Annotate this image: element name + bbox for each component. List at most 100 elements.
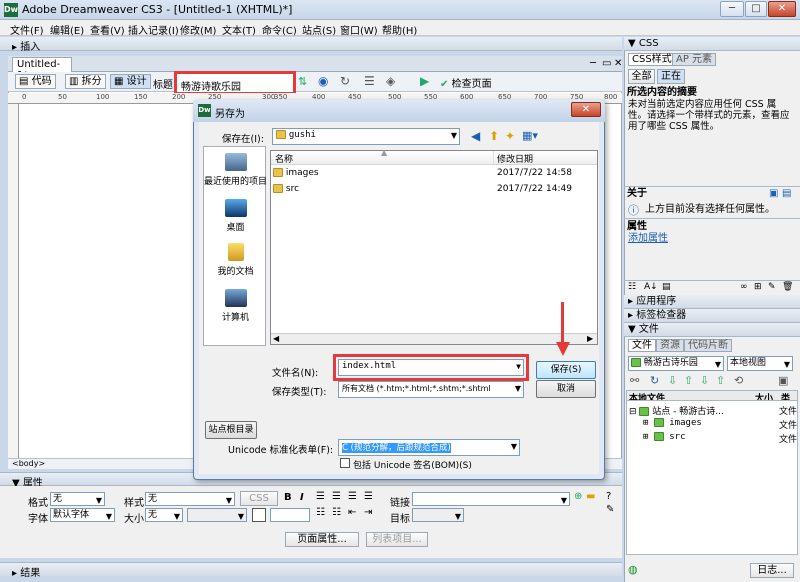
- unordered-list-icon[interactable]: ☷: [316, 507, 325, 518]
- tab-files[interactable]: 文件: [628, 339, 656, 352]
- get-files-icon[interactable]: ⇩: [668, 374, 677, 387]
- table-row[interactable]: images 2017/7/22 14:58: [273, 168, 593, 182]
- style-select[interactable]: 无 ▼: [145, 492, 235, 506]
- results-header[interactable]: ▸ 结果: [0, 562, 622, 579]
- menu-site[interactable]: 站点(S): [302, 22, 336, 37]
- italic-button[interactable]: I: [300, 492, 304, 503]
- site-select[interactable]: 畅游古诗乐园 ▼: [628, 356, 724, 371]
- file-management-icon[interactable]: ⇅: [298, 75, 307, 88]
- place-desktop[interactable]: 桌面: [204, 199, 267, 233]
- show-property-info-icon[interactable]: ▣: [769, 188, 778, 199]
- code-view-button[interactable]: ▤ 代码: [15, 74, 56, 89]
- browse-folder-icon[interactable]: ▬: [586, 491, 595, 502]
- tab-untitled-1[interactable]: Untitled-1*: [12, 57, 72, 81]
- new-folder-icon[interactable]: ✦: [505, 129, 515, 143]
- list-item[interactable]: ⊞ images 文件: [643, 418, 797, 431]
- menu-modify[interactable]: 修改(M): [180, 22, 216, 37]
- refresh-icon[interactable]: ↻: [340, 74, 350, 88]
- filetype-select[interactable]: 所有文档 (*.htm;*.html;*.shtm;*.shtml ▼: [338, 381, 524, 398]
- text-color-picker[interactable]: [252, 508, 266, 522]
- place-documents[interactable]: 我的文档: [204, 243, 267, 277]
- connect-icon[interactable]: ⚯: [630, 374, 639, 387]
- bold-button[interactable]: B: [284, 492, 292, 503]
- doc-close-icon[interactable]: ✕: [614, 58, 622, 69]
- attach-stylesheet-icon[interactable]: ∞: [740, 282, 748, 292]
- align-justify-icon[interactable]: ☰: [364, 491, 373, 502]
- insert-bar[interactable]: ▸ 插入: [0, 37, 622, 53]
- text-color-input[interactable]: [270, 508, 310, 522]
- validate-markup-icon[interactable]: ▶: [420, 74, 429, 88]
- back-icon[interactable]: ◀: [471, 129, 480, 143]
- current-mode-button[interactable]: 正在: [657, 69, 685, 84]
- menu-insert[interactable]: 插入记录(I): [128, 22, 179, 37]
- place-recent[interactable]: 最近使用的项目: [204, 153, 267, 187]
- view-options-icon[interactable]: ☰: [364, 74, 375, 88]
- list-item-button[interactable]: 列表项目...: [366, 532, 428, 547]
- put-files-icon[interactable]: ⇧: [684, 374, 693, 387]
- up-folder-icon[interactable]: ⬆: [489, 129, 499, 143]
- tag-inspector-header[interactable]: ▸ 标签检查器: [624, 309, 800, 323]
- checkin-icon[interactable]: ⇧: [716, 374, 725, 387]
- align-center-icon[interactable]: ☰: [332, 491, 341, 502]
- menu-help[interactable]: 帮助(H): [382, 22, 417, 37]
- css-button[interactable]: CSS: [240, 491, 278, 506]
- refresh-icon[interactable]: ↻: [650, 374, 659, 387]
- check-page-button[interactable]: ✔ 检查页面: [440, 75, 492, 90]
- checkout-icon[interactable]: ⇩: [700, 374, 709, 387]
- add-attribute-link[interactable]: 添加属性: [628, 233, 668, 244]
- menu-text[interactable]: 文本(T): [222, 22, 256, 37]
- help-icon[interactable]: ?: [606, 491, 611, 502]
- cancel-button[interactable]: 取消: [536, 380, 596, 398]
- place-computer[interactable]: 计算机: [204, 289, 267, 323]
- size-select[interactable]: 无 ▼: [145, 508, 183, 522]
- maximize-button[interactable]: □: [745, 1, 767, 17]
- edit-style-icon[interactable]: ✎: [768, 282, 776, 292]
- tab-snippets[interactable]: 代码片断: [684, 339, 732, 352]
- doc-restore-icon[interactable]: ▭: [602, 58, 611, 69]
- all-mode-button[interactable]: 全部: [628, 69, 655, 84]
- indent-icon[interactable]: ⇥: [364, 507, 372, 518]
- menu-edit[interactable]: 编辑(E): [50, 22, 84, 37]
- dialog-close-button[interactable]: ✕: [571, 102, 601, 117]
- format-select[interactable]: 无 ▼: [50, 492, 105, 506]
- link-input[interactable]: ▼: [412, 492, 570, 506]
- ordered-list-icon[interactable]: ☷: [332, 507, 341, 518]
- col-name[interactable]: 名称: [275, 152, 293, 165]
- tab-assets[interactable]: 资源: [656, 339, 684, 352]
- tab-ap-elements[interactable]: AP 元素: [672, 53, 717, 66]
- view-select[interactable]: 本地视图 ▼: [727, 356, 793, 371]
- synchronize-icon[interactable]: ⟲: [734, 374, 743, 387]
- edit-icon[interactable]: ✎: [606, 504, 614, 515]
- scroll-left-icon[interactable]: ◀: [273, 334, 279, 343]
- view-menu-icon[interactable]: ▦▾: [522, 129, 538, 142]
- menu-window[interactable]: 窗口(W): [340, 22, 378, 37]
- new-css-rule-icon[interactable]: ⊞: [754, 282, 762, 292]
- bom-checkbox[interactable]: [340, 458, 350, 468]
- list-item[interactable]: ⊟ 站点 - 畅游古诗... 文件: [629, 404, 797, 417]
- alpha-view-icon[interactable]: A↓: [644, 282, 658, 292]
- save-button[interactable]: 保存(S): [536, 361, 596, 379]
- scroll-right-icon[interactable]: ▶: [587, 334, 593, 343]
- list-item[interactable]: ⊞ src 文件: [643, 432, 797, 445]
- unicode-form-select[interactable]: C (规范分解，后跟规范合成) ▼: [338, 439, 520, 456]
- delete-icon[interactable]: 🗑: [782, 282, 793, 292]
- expand-icon[interactable]: ▣: [778, 374, 788, 387]
- menu-command[interactable]: 命令(C): [262, 22, 297, 37]
- save-in-select[interactable]: gushi ▼: [272, 128, 460, 145]
- point-to-file-icon[interactable]: ⊕: [574, 491, 582, 502]
- category-view-icon[interactable]: ☷: [628, 282, 636, 292]
- align-right-icon[interactable]: ☰: [348, 491, 357, 502]
- design-view-button[interactable]: ▦ 设计: [110, 74, 151, 89]
- align-left-icon[interactable]: ☰: [316, 491, 325, 502]
- files-panel-header[interactable]: ▼ 文件: [624, 323, 800, 337]
- split-view-button[interactable]: ▥ 拆分: [65, 74, 106, 89]
- visual-aids-icon[interactable]: ◈: [386, 74, 395, 88]
- close-button[interactable]: ✕: [768, 1, 796, 17]
- col-date[interactable]: 修改日期: [497, 152, 533, 165]
- target-select[interactable]: ▼: [412, 508, 464, 522]
- log-button[interactable]: 日志...: [750, 563, 794, 578]
- application-panel-header[interactable]: ▸ 应用程序: [624, 295, 800, 309]
- doc-minimize-icon[interactable]: ─: [590, 58, 596, 69]
- menu-file[interactable]: 文件(F): [10, 22, 44, 37]
- size-unit-select[interactable]: ▼: [187, 508, 247, 522]
